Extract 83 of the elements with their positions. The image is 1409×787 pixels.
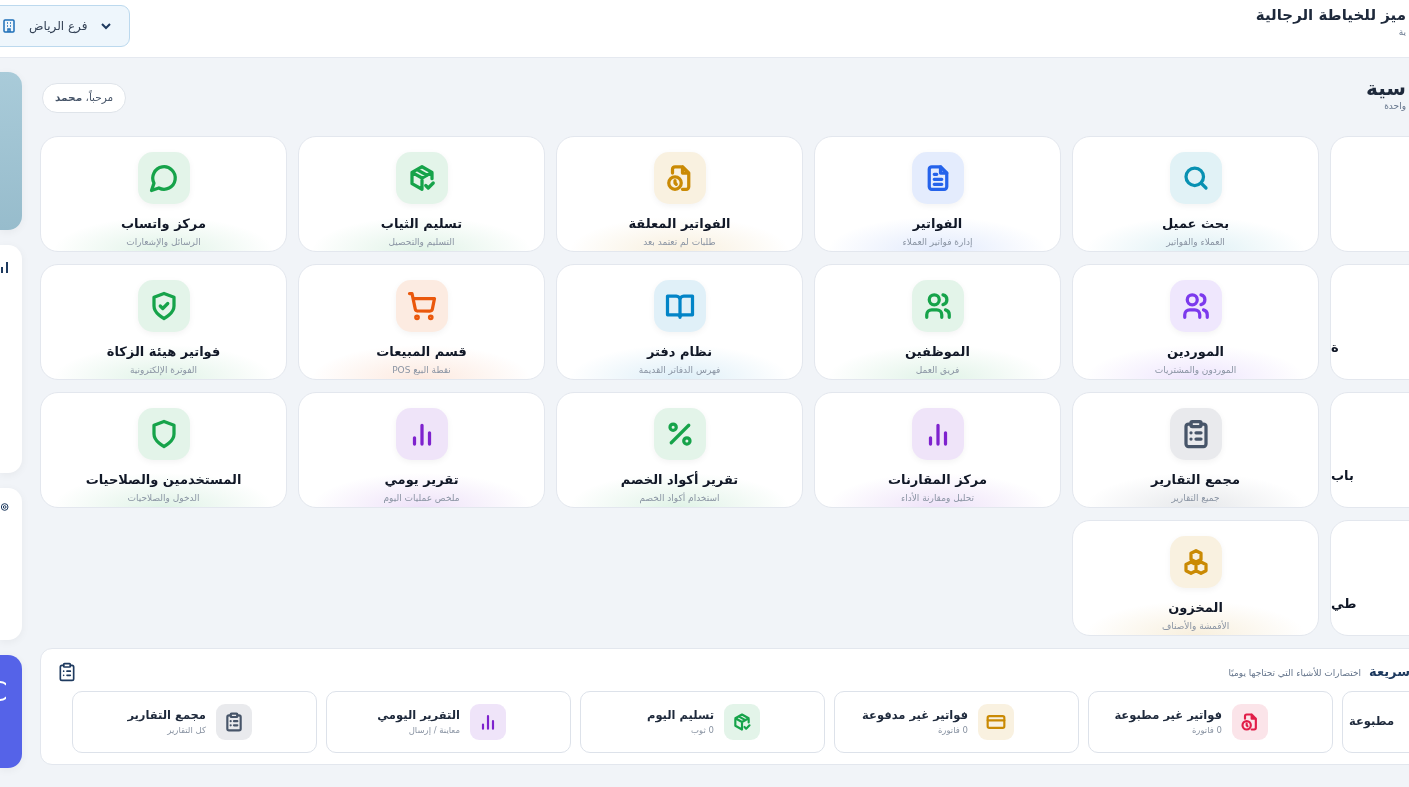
shortcut-tile[interactable]: تسليم اليوم 0 ثوب (580, 691, 825, 753)
building-icon (3, 19, 15, 33)
card-title: ة (1331, 338, 1339, 357)
card-title: فواتير هيئة الزكاة (106, 343, 221, 361)
card-title: الفواتير المعلقة (628, 215, 731, 233)
shortcut-title: مطبوعة (1349, 713, 1395, 731)
module-card[interactable]: المخزون الأقمشة والأصناف (1072, 520, 1319, 636)
shortcut-subtitle: كل التقارير (166, 724, 206, 737)
module-card[interactable]: بحث عميل العملاء والفواتير (1072, 136, 1319, 252)
card-title: طي (1331, 594, 1357, 613)
card-subtitle: الأقمشة والأصناف (1161, 619, 1230, 633)
card-subtitle: طلبات لم تعتمد بعد (643, 235, 716, 249)
module-card[interactable]: طي (1330, 520, 1409, 636)
card-title: مركز واتساب (121, 215, 206, 233)
card-title: قسم المبيعات (376, 343, 467, 361)
shortcut-tile[interactable]: مجمع التقارير كل التقارير (72, 691, 317, 753)
card-title: باب (1331, 466, 1354, 485)
card-subtitle: فريق العمل (915, 363, 960, 377)
shortcut-title: التقرير اليومي (377, 707, 460, 725)
shortcut-subtitle: 0 ثوب (690, 724, 714, 737)
clipboard-icon (57, 661, 77, 683)
shortcut-tile[interactable]: التقرير اليومي معاينة / إرسال (326, 691, 571, 753)
card-title: بحث عميل (1162, 215, 1230, 233)
card-title: نظام دفتر (646, 343, 713, 362)
card-subtitle: الموردون والمشتريات (1154, 363, 1237, 377)
app-subtitle: ية (1397, 26, 1406, 39)
branch-dropdown[interactable]: فرع الرياض (0, 5, 130, 47)
shortcut-title: تسليم اليوم (646, 707, 714, 725)
card-title: الفواتير (912, 215, 963, 233)
module-card[interactable]: فواتير هيئة الزكاة الفوترة الإلكترونية (40, 264, 287, 380)
module-card[interactable]: مجمع التقارير جميع التقارير (1072, 392, 1319, 508)
module-card[interactable]: قسم المبيعات نقطة البيع POS (298, 264, 545, 380)
module-card[interactable]: الفواتير المعلقة طلبات لم تعتمد بعد (556, 136, 803, 252)
card-subtitle: تحليل ومقارنة الأداء (900, 491, 975, 505)
card-subtitle: التسليم والتحصيل (388, 235, 455, 249)
card-subtitle: الدخول والصلاحيات (127, 491, 200, 505)
card-subtitle: الفوترة الإلكترونية (130, 363, 197, 377)
module-card[interactable]: الموظفين فريق العمل (814, 264, 1061, 380)
card-subtitle: فهرس الدفاتر القديمة (638, 363, 721, 377)
card-title: مجمع التقارير (1151, 471, 1240, 489)
shortcut-subtitle: معاينة / إرسال (407, 724, 460, 737)
app-title: ميز للخياطة الرجالية (1255, 6, 1406, 24)
module-card[interactable]: تقرير يومي ملخص عمليات اليوم (298, 392, 545, 508)
shortcut-tile[interactable]: فواتير غير مدفوعة 0 فاتورة (834, 691, 1079, 753)
panel-subtitle: اختصارات للأشياء التي تحتاجها يوميًا (1228, 667, 1361, 681)
card-subtitle: استخدام أكواد الخصم (639, 491, 720, 505)
bar-chart-icon (0, 261, 9, 273)
shortcut-tile[interactable]: فواتير غير مطبوعة 0 فاتورة (1088, 691, 1333, 753)
module-card[interactable]: الفواتير إدارة فواتير العملاء (814, 136, 1061, 252)
card-subtitle: جميع التقارير (1171, 491, 1220, 505)
module-card[interactable]: الموردين الموردون والمشتريات (1072, 264, 1319, 380)
shortcut-tile[interactable]: مطبوعة (1342, 691, 1409, 753)
chevron-down-icon (101, 22, 112, 30)
module-card[interactable]: مركز واتساب الرسائل والإشعارات (40, 136, 287, 252)
card-title: مركز المقارنات (888, 471, 987, 489)
card-title: تقرير يومي (384, 471, 459, 489)
module-card[interactable]: ة (1330, 264, 1409, 380)
welcome-badge: مرحباً، محمد (42, 83, 127, 113)
card-title: تقرير أكواد الخصم (620, 470, 739, 489)
module-card[interactable]: تسليم الثياب التسليم والتحصيل (298, 136, 545, 252)
shortcut-subtitle: 0 فاتورة (936, 724, 968, 737)
panel-title: سريعة (1369, 663, 1409, 682)
card-subtitle: نقطة البيع POS (392, 363, 451, 377)
card-subtitle: العملاء والفواتير (1166, 235, 1225, 249)
card-title: الموردين (1167, 343, 1224, 361)
module-card[interactable]: مركز المقارنات تحليل ومقارنة الأداء (814, 392, 1061, 508)
card-subtitle: إدارة فواتير العملاء (902, 235, 973, 249)
card-title: الموظفين (905, 343, 970, 361)
card-subtitle: الرسائل والإشعارات (126, 235, 201, 249)
card-title: تسليم الثياب (380, 215, 463, 233)
shortcut-title: مجمع التقارير (127, 707, 206, 724)
module-card[interactable]: نظام دفتر فهرس الدفاتر القديمة (556, 264, 803, 380)
shortcut-title: فواتير غير مدفوعة (862, 707, 968, 725)
card-title: المستخدمين والصلاحيات (85, 471, 242, 489)
shortcut-subtitle: 0 فاتورة (1190, 724, 1222, 737)
module-card[interactable]: باب (1330, 392, 1409, 508)
card-subtitle: ملخص عمليات اليوم (383, 491, 460, 505)
module-card[interactable]: تقرير أكواد الخصم استخدام أكواد الخصم (556, 392, 803, 508)
shortcut-title: فواتير غير مطبوعة (1114, 707, 1222, 725)
section-title: سية (1366, 76, 1406, 100)
card-title: المخزون (1168, 599, 1223, 617)
section-subtitle: واحدة (1383, 100, 1406, 113)
module-card[interactable]: المستخدمين والصلاحيات الدخول والصلاحيات (40, 392, 287, 508)
